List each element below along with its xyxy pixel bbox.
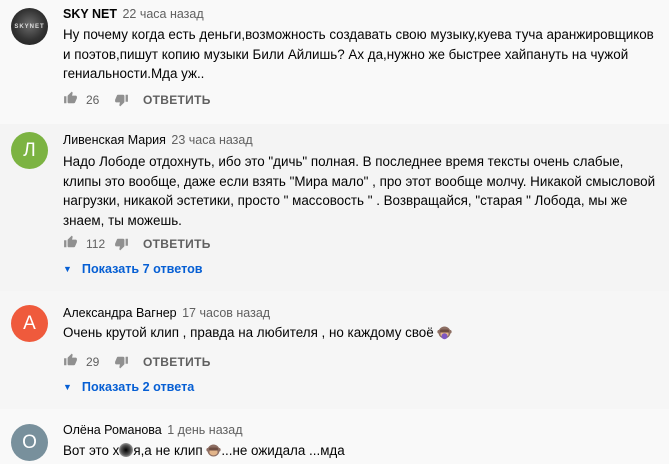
caret-down-icon: ▼ (63, 264, 72, 274)
thumbs-up-icon[interactable] (63, 353, 78, 372)
comment-text-part: ...не ожидала ...мда (221, 443, 345, 458)
thumbs-down-icon[interactable] (114, 355, 129, 369)
comment-actions: 29 ОТВЕТИТЬ (63, 353, 211, 372)
show-replies-button[interactable]: ▼ Показать 7 ответов (63, 262, 203, 276)
thumbs-down-icon[interactable] (114, 237, 129, 251)
author-name[interactable]: Александра Вагнер (63, 306, 177, 320)
avatar-letter: А (23, 312, 36, 334)
comment-actions: 112 ОТВЕТИТЬ (63, 235, 211, 254)
comment-text-part: я,а не клип (133, 443, 203, 458)
avatar[interactable]: Л (11, 132, 48, 169)
monkey-emoji-icon (206, 444, 221, 457)
thumbs-up-icon[interactable] (63, 235, 78, 254)
comment-text: Ну почему когда есть деньги,возможность … (63, 27, 654, 81)
like-count: 26 (86, 93, 100, 107)
comment-actions: 26 ОТВЕТИТЬ (63, 91, 211, 110)
thumbs-up-icon[interactable] (63, 91, 78, 110)
thumbs-down-icon[interactable] (114, 93, 129, 107)
comment-1: SKYNET SKY NET 22 часа назад Ну почему к… (0, 0, 669, 124)
comment-header: Олёна Романова 1 день назад (63, 423, 243, 437)
timestamp[interactable]: 22 часа назад (122, 7, 203, 21)
reply-button[interactable]: ОТВЕТИТЬ (143, 237, 211, 251)
avatar-label: SKYNET (14, 23, 45, 30)
avatar-letter: О (22, 431, 37, 453)
comment-text-body: Очень крутой клип , правда на любителя ,… (63, 325, 434, 340)
comment-text: Вот это х я,а не клип ...не ожидала ...мд… (63, 441, 663, 461)
censor-blur (119, 443, 134, 457)
author-name[interactable]: SKY NET (63, 7, 117, 21)
author-name[interactable]: Олёна Романова (63, 423, 162, 437)
timestamp[interactable]: 17 часов назад (182, 306, 270, 320)
avatar-letter: Л (23, 139, 36, 161)
comment-text-part: Вот это х (63, 443, 120, 458)
monkey-emoji-icon (437, 326, 453, 340)
comment-4: О Олёна Романова 1 день назад Вот это х я… (0, 409, 669, 464)
comment-header: Александра Вагнер 17 часов назад (63, 306, 270, 320)
avatar[interactable]: SKYNET (11, 8, 48, 45)
reply-button[interactable]: ОТВЕТИТЬ (143, 93, 211, 107)
timestamp[interactable]: 23 часа назад (171, 133, 252, 147)
comment-header: SKY NET 22 часа назад (63, 7, 204, 21)
comment-text: Надо Лободе отдохнуть, ибо это "дичь" по… (63, 154, 656, 228)
like-count: 29 (86, 355, 100, 369)
avatar[interactable]: О (11, 424, 48, 461)
show-replies-label: Показать 7 ответов (81, 262, 203, 276)
comment-3: А Александра Вагнер 17 часов назад Очень… (0, 291, 669, 409)
author-name[interactable]: Ливенская Мария (63, 133, 166, 147)
comment-text: Очень крутой клип , правда на любителя ,… (63, 323, 663, 343)
like-count: 112 (86, 237, 106, 251)
timestamp[interactable]: 1 день назад (167, 423, 242, 437)
show-replies-label: Показать 2 ответа (81, 380, 195, 394)
caret-down-icon: ▼ (63, 382, 72, 392)
reply-button[interactable]: ОТВЕТИТЬ (143, 355, 211, 369)
comment-header: Ливенская Мария 23 часа назад (63, 133, 253, 147)
avatar[interactable]: А (11, 305, 48, 342)
show-replies-button[interactable]: ▼ Показать 2 ответа (63, 380, 194, 394)
comment-2: Л Ливенская Мария 23 часа назад Надо Лоб… (0, 124, 669, 291)
